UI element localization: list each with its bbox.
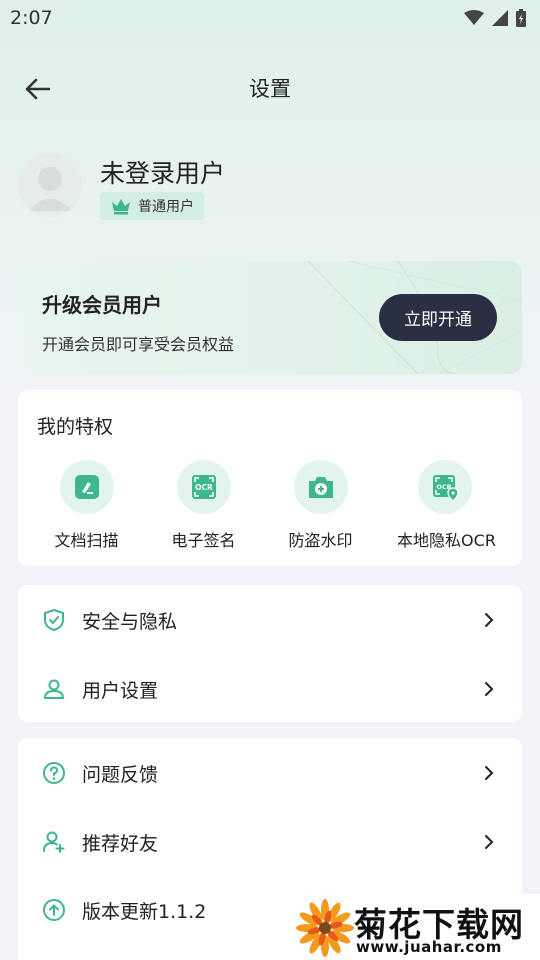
row-label: 版本更新1.1.2 bbox=[82, 900, 207, 923]
status-icons bbox=[464, 9, 526, 27]
privilege-local-ocr[interactable]: OCR 本地隐私OCR bbox=[388, 460, 505, 560]
activate-now-button[interactable]: 立即开通 bbox=[379, 294, 497, 341]
member-badge-label: 普通用户 bbox=[138, 199, 194, 215]
privilege-label: 防盗水印 bbox=[288, 531, 353, 550]
flower-logo-icon bbox=[296, 899, 354, 957]
user-icon bbox=[42, 677, 66, 701]
status-bar: 2:07 bbox=[0, 0, 540, 36]
user-name: 未登录用户 bbox=[100, 159, 226, 188]
chevron-right-icon bbox=[482, 832, 496, 852]
settings-group: 安全与隐私 用户设置 bbox=[18, 585, 522, 722]
row-label: 推荐好友 bbox=[82, 832, 159, 855]
site-watermark: 菊花下载网 www.juahar.com bbox=[294, 894, 540, 960]
chevron-right-icon bbox=[482, 679, 496, 699]
privilege-watermark[interactable]: 防盗水印 bbox=[262, 460, 379, 560]
back-button[interactable] bbox=[20, 72, 54, 106]
watermark-url: www.juahar.com bbox=[356, 938, 502, 956]
row-recommend-friends[interactable]: 推荐好友 bbox=[18, 808, 522, 876]
svg-text:OCR: OCR bbox=[195, 483, 213, 492]
status-time: 2:07 bbox=[10, 7, 53, 29]
row-feedback[interactable]: 问题反馈 bbox=[18, 739, 522, 807]
camera-add-icon-wrap bbox=[294, 460, 348, 514]
doc-scan-icon bbox=[75, 475, 99, 499]
member-badge: 普通用户 bbox=[100, 192, 204, 220]
row-label: 安全与隐私 bbox=[82, 610, 178, 633]
ocr-sign-icon: OCR bbox=[192, 475, 216, 499]
wifi-icon bbox=[464, 10, 484, 25]
user-plus-icon bbox=[42, 830, 66, 854]
privilege-label: 本地隐私OCR bbox=[397, 531, 496, 550]
vip-upgrade-card[interactable]: 升级会员用户 开通会员即可享受会员权益 立即开通 bbox=[18, 261, 522, 374]
default-avatar-icon bbox=[28, 167, 72, 211]
row-label: 问题反馈 bbox=[82, 763, 159, 786]
crown-icon bbox=[112, 199, 130, 215]
row-security-privacy[interactable]: 安全与隐私 bbox=[18, 586, 522, 654]
privilege-e-sign[interactable]: OCR 电子签名 bbox=[145, 460, 262, 560]
camera-add-icon bbox=[309, 477, 333, 498]
ocr-location-icon: OCR bbox=[433, 475, 459, 502]
row-user-settings[interactable]: 用户设置 bbox=[18, 655, 522, 723]
vip-title: 升级会员用户 bbox=[42, 293, 162, 317]
chevron-right-icon bbox=[482, 763, 496, 783]
ocr-location-icon-wrap: OCR bbox=[418, 460, 472, 514]
vip-subtitle: 开通会员即可享受会员权益 bbox=[42, 335, 235, 354]
avatar[interactable] bbox=[18, 153, 82, 217]
privilege-label: 电子签名 bbox=[171, 531, 236, 550]
privilege-doc-scan[interactable]: 文档扫描 bbox=[28, 460, 145, 560]
privilege-label: 文档扫描 bbox=[54, 531, 119, 550]
ocr-sign-icon-wrap: OCR bbox=[177, 460, 231, 514]
privileges-card: 我的特权 文档扫描 OCR 电子签名 防盗水印 OCR 本地隐私OCR bbox=[18, 390, 522, 566]
shield-check-icon bbox=[42, 608, 66, 632]
profile-section[interactable]: 未登录用户 普通用户 bbox=[18, 150, 518, 230]
privileges-title: 我的特权 bbox=[37, 416, 114, 438]
row-label: 用户设置 bbox=[82, 679, 159, 702]
arrow-left-icon bbox=[25, 78, 50, 100]
doc-scan-icon-wrap bbox=[60, 460, 114, 514]
page-title: 设置 bbox=[249, 77, 291, 101]
battery-icon bbox=[516, 9, 526, 27]
question-icon bbox=[42, 761, 66, 785]
header: 设置 bbox=[0, 60, 540, 116]
upload-icon bbox=[42, 898, 66, 922]
chevron-right-icon bbox=[482, 610, 496, 630]
signal-icon bbox=[492, 10, 508, 26]
